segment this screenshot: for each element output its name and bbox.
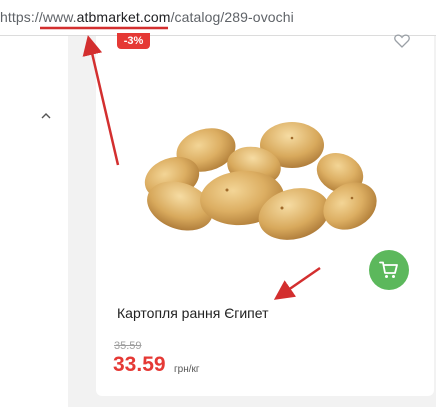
add-to-cart-button[interactable] bbox=[369, 250, 409, 290]
current-price: 33.59 bbox=[113, 353, 166, 376]
chevron-up-icon[interactable] bbox=[41, 112, 51, 120]
url-prefix: https://www. bbox=[0, 9, 77, 25]
product-name[interactable]: Картопля рання Єгипет bbox=[117, 305, 269, 321]
cart-icon bbox=[379, 261, 398, 278]
content-gap bbox=[68, 36, 96, 407]
potatoes-image[interactable] bbox=[142, 118, 384, 246]
url-path: /catalog/289-ovochi bbox=[170, 9, 294, 25]
discount-badge: -3% bbox=[117, 33, 150, 49]
url-text[interactable]: https://www.atbmarket.com/catalog/289-ov… bbox=[0, 9, 294, 25]
address-bar[interactable]: https://www.atbmarket.com/catalog/289-ov… bbox=[0, 0, 436, 36]
catalog-sidebar bbox=[0, 36, 68, 407]
price-unit: грн/кг bbox=[174, 364, 200, 375]
heart-outline-icon[interactable] bbox=[394, 34, 410, 48]
url-domain: atbmarket.com bbox=[76, 9, 171, 25]
old-price: 35.59 bbox=[114, 340, 142, 352]
